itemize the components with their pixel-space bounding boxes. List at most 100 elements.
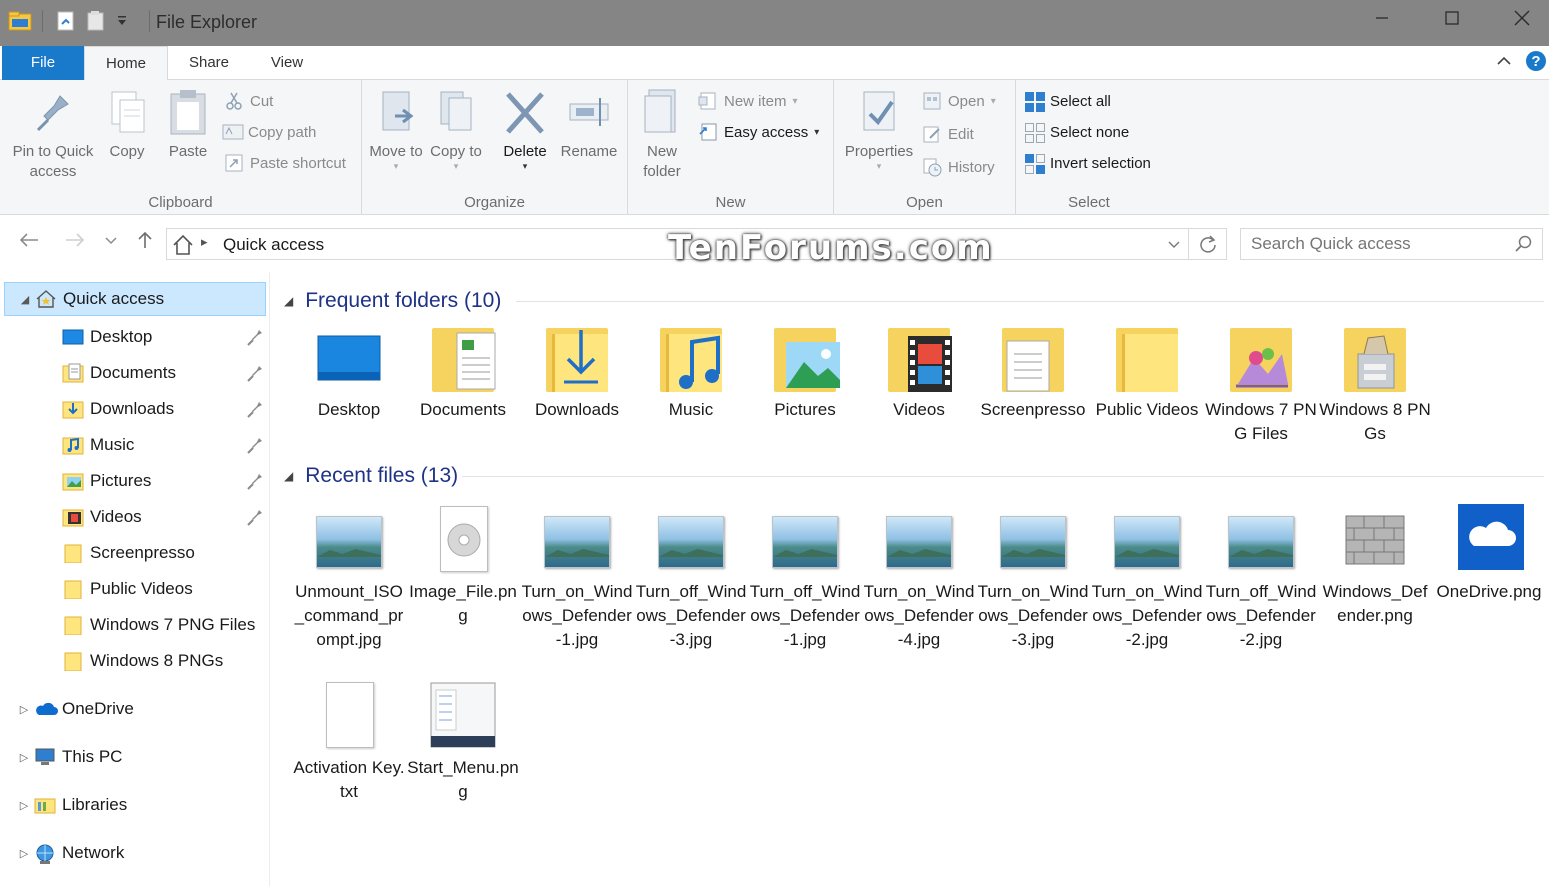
up-button[interactable] (130, 230, 160, 256)
recent-file[interactable]: Start_Menu.png (406, 680, 520, 804)
recent-file[interactable]: Unmount_ISO_command_prompt.jpg (292, 504, 406, 652)
recent-locations-button[interactable] (96, 230, 126, 256)
search-input[interactable] (1251, 233, 1501, 255)
recent-files-header[interactable]: ◢ Recent files (13) (284, 461, 458, 491)
recent-file[interactable]: Image_File.png (406, 504, 520, 628)
address-path[interactable]: Quick access (223, 235, 324, 255)
folder-pictures[interactable]: Pictures (748, 324, 862, 422)
forward-button[interactable] (60, 230, 90, 256)
collapsed-caret-icon[interactable]: ▷ (14, 703, 34, 716)
nav-videos[interactable]: Videos (4, 500, 266, 534)
collapse-group-icon[interactable]: ◢ (284, 294, 293, 308)
history-button[interactable]: History (922, 157, 995, 177)
tab-file[interactable]: File (2, 46, 84, 80)
pin-icon (246, 364, 264, 382)
edit-button[interactable]: Edit (922, 124, 974, 144)
collapsed-caret-icon[interactable]: ▷ (14, 799, 34, 812)
maximize-button[interactable] (1417, 0, 1487, 36)
easy-access-button[interactable]: Easy access ▾ (698, 122, 819, 142)
pictures-folder-icon (62, 471, 84, 491)
nav-network[interactable]: ▷ Network (4, 836, 266, 870)
close-button[interactable] (1487, 0, 1549, 36)
search-box[interactable] (1240, 228, 1543, 260)
image-thumbnail-icon (654, 504, 728, 578)
help-icon[interactable]: ? (1525, 50, 1547, 77)
open-button[interactable]: Open ▾ (922, 91, 996, 111)
invert-selection-button[interactable]: Invert selection (1024, 153, 1151, 173)
select-all-button[interactable]: Select all (1024, 91, 1111, 111)
recent-file[interactable]: Windows_Defender.png (1318, 504, 1432, 628)
nav-documents[interactable]: Documents (4, 356, 266, 390)
folder-desktop[interactable]: Desktop (292, 324, 406, 422)
recent-file[interactable]: Turn_off_Windows_Defender-3.jpg (634, 504, 748, 652)
folder-windows-7-png-files[interactable]: Windows 7 PNG Files (1204, 324, 1318, 446)
videos-folder-icon (884, 324, 954, 396)
properties-button[interactable]: Properties ▾ (838, 86, 920, 170)
recent-file[interactable]: Activation Key.txt (292, 680, 406, 804)
recent-file[interactable]: Turn_off_Windows_Defender-1.jpg (748, 504, 862, 652)
nav-music[interactable]: Music (4, 428, 266, 462)
copy-button[interactable]: Copy (100, 86, 154, 162)
refresh-button[interactable] (1189, 228, 1227, 260)
properties-qat-icon[interactable] (55, 10, 77, 32)
pin-to-quick-access-button[interactable]: Pin to Quick access (8, 86, 98, 182)
move-to-button[interactable]: Move to ▾ (368, 86, 424, 170)
music-folder-icon (62, 435, 84, 455)
collapse-ribbon-icon[interactable] (1495, 52, 1513, 75)
recent-file[interactable]: Turn_on_Windows_Defender-1.jpg (520, 504, 634, 652)
folder-screenpresso[interactable]: Screenpresso (976, 324, 1090, 422)
new-folder-qat-icon[interactable] (85, 10, 107, 32)
window-title: File Explorer (156, 12, 257, 33)
collapse-group-icon[interactable]: ◢ (284, 469, 293, 483)
collapsed-caret-icon[interactable]: ▷ (14, 751, 34, 764)
frequent-folders-header[interactable]: ◢ Frequent folders (10) (284, 286, 501, 316)
nav-libraries[interactable]: ▷ Libraries (4, 788, 266, 822)
folder-downloads[interactable]: Downloads (520, 324, 634, 422)
new-folder-button[interactable]: New folder (634, 86, 690, 182)
new-item-button[interactable]: New item ▾ (698, 91, 798, 111)
ribbon-tabs: File Home Share View ? (0, 46, 1549, 80)
nav-screenpresso[interactable]: Screenpresso (4, 536, 266, 570)
delete-button[interactable]: Delete ▾ (496, 86, 554, 170)
paste-button[interactable]: Paste (160, 86, 216, 162)
recent-file[interactable]: Turn_on_Windows_Defender-3.jpg (976, 504, 1090, 652)
recent-file[interactable]: Turn_off_Windows_Defender-2.jpg (1204, 504, 1318, 652)
nav-this-pc[interactable]: ▷ This PC (4, 740, 266, 774)
back-button[interactable] (14, 230, 44, 256)
nav-onedrive[interactable]: ▷ OneDrive (4, 692, 266, 726)
navigation-pane: ◢ Quick access Desktop Documents Downloa… (0, 272, 270, 886)
cut-button[interactable]: Cut (224, 91, 273, 111)
folder-documents[interactable]: Documents (406, 324, 520, 422)
rename-button[interactable]: Rename (558, 86, 620, 162)
open-group-label: Open (834, 194, 1015, 211)
folder-videos[interactable]: Videos (862, 324, 976, 422)
expanded-caret-icon[interactable]: ◢ (15, 293, 35, 306)
back-arrow-icon (18, 230, 40, 250)
nav-windows-7-png-files[interactable]: Windows 7 PNG Files (4, 608, 266, 642)
recent-file[interactable]: Turn_on_Windows_Defender-4.jpg (862, 504, 976, 652)
select-none-button[interactable]: Select none (1024, 122, 1129, 142)
paste-shortcut-button[interactable]: Paste shortcut (224, 153, 346, 173)
copy-to-button[interactable]: Copy to ▾ (428, 86, 484, 170)
collapsed-caret-icon[interactable]: ▷ (14, 847, 34, 860)
address-dropdown-icon[interactable] (1166, 235, 1182, 258)
customize-qat-icon[interactable] (115, 10, 137, 32)
tab-share[interactable]: Share (176, 46, 242, 80)
recent-file[interactable]: Turn_on_Windows_Defender-2.jpg (1090, 504, 1204, 652)
folder-windows-8-pngs[interactable]: Windows 8 PNGs (1318, 324, 1432, 446)
nav-downloads[interactable]: Downloads (4, 392, 266, 426)
tab-view[interactable]: View (256, 46, 318, 80)
copy-path-button[interactable]: Copy path (222, 122, 316, 142)
folder-public-videos[interactable]: Public Videos (1090, 324, 1204, 422)
tab-home[interactable]: Home (84, 46, 168, 81)
folder-icon (1112, 324, 1182, 396)
nav-quick-access[interactable]: ◢ Quick access (4, 282, 266, 316)
nav-public-videos[interactable]: Public Videos (4, 572, 266, 606)
minimize-button[interactable] (1347, 0, 1417, 36)
folder-music[interactable]: Music (634, 324, 748, 422)
recent-file[interactable]: OneDrive.png (1432, 504, 1546, 604)
documents-folder-icon (62, 363, 84, 383)
nav-pictures[interactable]: Pictures (4, 464, 266, 498)
nav-windows-8-pngs[interactable]: Windows 8 PNGs (4, 644, 266, 678)
nav-desktop[interactable]: Desktop (4, 320, 266, 354)
